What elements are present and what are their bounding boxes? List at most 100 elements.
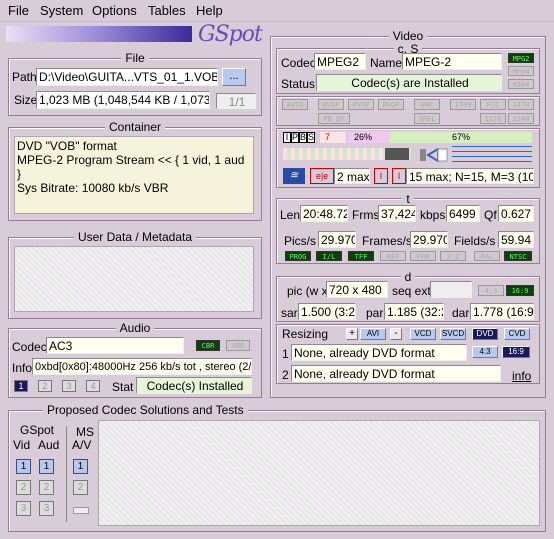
seqext-label: seq ext	[392, 284, 431, 298]
ms-2-button[interactable]: 2	[73, 480, 88, 495]
i470-led: I470	[508, 99, 534, 110]
ratio-169-button[interactable]: 16:9	[502, 346, 530, 358]
video-name-field: MPEG-2	[402, 53, 502, 70]
i709-led: I709	[450, 99, 476, 110]
t-label: t	[402, 192, 414, 206]
ntsc-led: NTSC	[504, 251, 532, 261]
h264-led: H264	[508, 79, 534, 89]
menu-bar: File System Options Tables Help	[0, 0, 554, 22]
pic-label: pic (w x	[287, 284, 328, 298]
resize-cvd-button[interactable]: CVD	[504, 328, 530, 340]
vbr-led: VBR	[226, 340, 250, 351]
resize-line1-field: None, already DVD format	[291, 344, 467, 361]
resize-line2-field: None, already DVD format	[291, 365, 501, 382]
gspot-label: GSpot	[20, 423, 55, 437]
vid-3-button[interactable]: 3	[16, 501, 31, 516]
menu-help[interactable]: Help	[196, 3, 223, 18]
len-field: 20:48.72	[300, 205, 348, 222]
proposed-divider	[66, 426, 67, 522]
gop-type-b: B	[299, 132, 307, 143]
qf-field: 0.627	[498, 205, 534, 222]
audio-stream-1[interactable]: 1	[14, 380, 28, 392]
container-line-1: DVD "VOB" format	[17, 139, 117, 153]
frms-label: Frms	[352, 208, 380, 222]
video-name-label: Name	[370, 56, 403, 70]
mpg2-led: MPG2	[508, 53, 534, 63]
gop-type-i: I	[283, 132, 291, 143]
pulldown-led: 3:2	[440, 251, 466, 261]
menu-options[interactable]: Options	[92, 3, 137, 18]
pal-led: PAL	[474, 251, 500, 261]
size-label: Size	[14, 93, 38, 107]
audio-stat-field: Codec(s) Installed	[136, 377, 252, 394]
len-label: Len	[280, 208, 301, 222]
aud-1-button[interactable]: 1	[39, 459, 54, 474]
avid-led: AVID	[282, 99, 308, 110]
mpg4-led: MPG4	[508, 66, 534, 76]
audio-codec-label: Codec	[12, 340, 47, 354]
max-field: 2 max	[334, 168, 370, 184]
audio-title: Audio	[115, 321, 155, 335]
b-bracket-icon: e|e	[310, 168, 334, 184]
par-label: par	[366, 306, 384, 320]
proposed-title: Proposed Codec Solutions and Tests	[43, 403, 248, 417]
sar-field: 1.500 (3:2)	[298, 303, 356, 320]
qpel-led: QPEL	[414, 113, 440, 124]
ar169-led: 16:9	[506, 285, 534, 296]
logo-banner	[6, 26, 192, 42]
container-line-2: MPEG-2 Program Stream << { 1 vid, 1 aud …	[17, 153, 245, 181]
part-field: 1/1	[216, 93, 256, 109]
resize-plus-button[interactable]: +	[346, 328, 358, 340]
pct-bar-b: 67%	[390, 132, 532, 143]
vid-2-button[interactable]: 2	[16, 480, 31, 495]
info-link[interactable]: info	[512, 368, 531, 384]
resize-svcd-button[interactable]: SVCD	[440, 328, 466, 340]
zoom-icon[interactable]: ≋	[283, 168, 305, 184]
menu-file[interactable]: File	[8, 3, 29, 18]
gop-dark-block	[385, 148, 409, 160]
ratio-43-button[interactable]: 4:3	[472, 346, 498, 358]
gop-seven: 7	[320, 132, 346, 143]
gop-field: 15 max; N=15, M=3 (100	[406, 168, 534, 184]
menu-tables[interactable]: Tables	[148, 3, 186, 18]
ar43-led: 4:3	[478, 285, 504, 296]
p-bracket-icon: I	[374, 168, 388, 184]
audio-info-field: 0xbd[0x80]:48000Hz 256 kb/s tot , stereo…	[32, 358, 252, 375]
aud-2-button[interactable]: 2	[39, 480, 54, 495]
qf-label: Qf	[484, 208, 497, 222]
size-field: 1,023 MB (1,048,544 KB / 1,073,70	[36, 91, 210, 109]
pics-label: Pics/s	[284, 234, 317, 248]
ms-3-slot	[73, 507, 89, 514]
audio-info-label: Info	[12, 361, 33, 375]
fields-field: 59.94	[498, 231, 534, 248]
video-title: Video	[388, 29, 428, 43]
fields-label: Fields/s	[454, 234, 496, 248]
container-box: DVD "VOB" format MPEG-2 Program Stream <…	[14, 136, 254, 214]
kbps-label: kbps	[420, 208, 446, 222]
pvop-led: PVOP	[348, 99, 374, 110]
audio-stream-3[interactable]: 3	[62, 380, 76, 392]
frames-field: 29.970	[410, 231, 448, 248]
seqext-field	[430, 281, 472, 298]
aud-3-button[interactable]: 3	[39, 501, 54, 516]
path-field[interactable]: D:\Video\GUITA...VTS_01_1.VOB	[36, 68, 218, 86]
audio-stream-4[interactable]: 4	[86, 380, 100, 392]
il-led: I/L	[316, 251, 342, 261]
menu-system[interactable]: System	[40, 3, 83, 18]
resize-minus-button[interactable]: -	[390, 328, 402, 340]
vid-1-button[interactable]: 1	[16, 459, 31, 474]
audio-stream-2[interactable]: 2	[38, 380, 52, 392]
audio-codec-field: AC3	[46, 337, 184, 354]
video-codec-label: Codec	[281, 56, 316, 70]
resize-dvd-button[interactable]: DVD	[472, 328, 498, 340]
proposed-output-box	[98, 420, 540, 526]
gop-type-s: S	[307, 132, 315, 143]
resize-vcd-button[interactable]: VCD	[410, 328, 436, 340]
browse-button[interactable]: ...	[222, 68, 246, 86]
ms-1-button[interactable]: 1	[73, 459, 88, 474]
pic-field: 720 x 480	[326, 281, 388, 298]
file-group-title: File	[121, 51, 149, 65]
resize-avi-button[interactable]: AVI	[360, 328, 386, 340]
vid-label: Vid	[13, 438, 31, 452]
metadata-box	[14, 246, 254, 312]
